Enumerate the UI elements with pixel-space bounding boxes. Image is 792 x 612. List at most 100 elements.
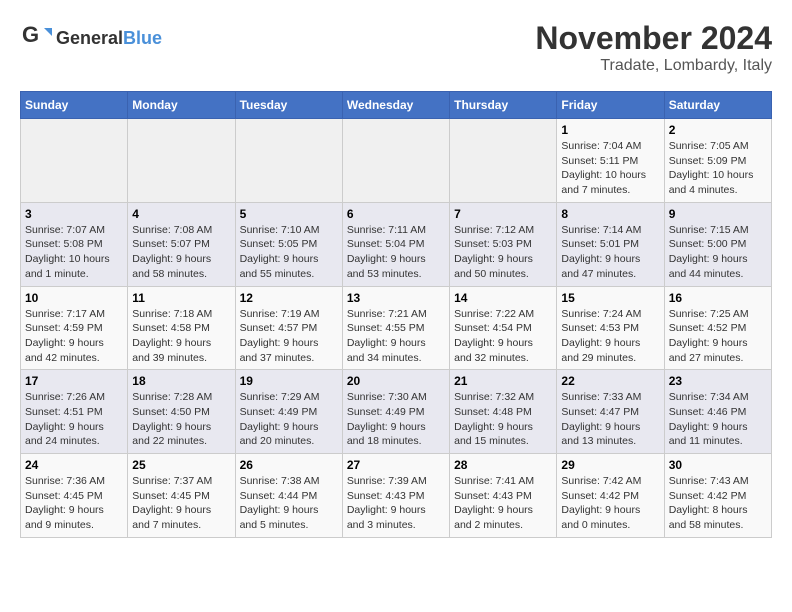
- day-number: 11: [132, 291, 230, 305]
- calendar-cell: 2Sunrise: 7:05 AM Sunset: 5:09 PM Daylig…: [664, 119, 771, 203]
- calendar-cell: 12 Sunrise: 7:19 AM Sunset: 4:57 PM Dayli…: [235, 286, 342, 370]
- calendar-cell: [21, 119, 128, 203]
- day-info: Sunrise: 7:42 AM Sunset: 4:42 PM Dayligh…: [561, 474, 659, 533]
- calendar-cell: 6Sunrise: 7:11 AM Sunset: 5:04 PM Daylig…: [342, 202, 449, 286]
- day-number: 9: [669, 207, 767, 221]
- calendar-cell: 17 Sunrise: 7:26 AM Sunset: 4:51 PM Dayli…: [21, 370, 128, 454]
- day-info: Sunrise: 7:32 AM Sunset: 4:48 PM Dayligh…: [454, 390, 552, 449]
- logo-blue: Blue: [123, 28, 162, 48]
- day-info: Sunrise: 7:36 AM Sunset: 4:45 PM Dayligh…: [25, 474, 123, 533]
- calendar-week-row: 24 Sunrise: 7:36 AM Sunset: 4:45 PM Dayli…: [21, 454, 772, 538]
- logo-mark: G: [20, 20, 52, 57]
- day-info: Sunrise: 7:07 AM Sunset: 5:08 PM Dayligh…: [25, 223, 123, 282]
- day-info: Sunrise: 7:25 AM Sunset: 4:52 PM Dayligh…: [669, 307, 767, 366]
- calendar-cell: 27 Sunrise: 7:39 AM Sunset: 4:43 PM Dayli…: [342, 454, 449, 538]
- day-info: Sunrise: 7:39 AM Sunset: 4:43 PM Dayligh…: [347, 474, 445, 533]
- calendar-table: SundayMondayTuesdayWednesdayThursdayFrid…: [20, 91, 772, 538]
- calendar-cell: 5 Sunrise: 7:10 AM Sunset: 5:05 PM Daylig…: [235, 202, 342, 286]
- calendar-cell: 26Sunrise: 7:38 AM Sunset: 4:44 PM Dayli…: [235, 454, 342, 538]
- calendar-week-row: 3 Sunrise: 7:07 AM Sunset: 5:08 PM Daylig…: [21, 202, 772, 286]
- day-number: 20: [347, 374, 445, 388]
- calendar-cell: 30Sunrise: 7:43 AM Sunset: 4:42 PM Dayli…: [664, 454, 771, 538]
- calendar-cell: 24 Sunrise: 7:36 AM Sunset: 4:45 PM Dayli…: [21, 454, 128, 538]
- weekday-header: Thursday: [450, 92, 557, 119]
- day-info: Sunrise: 7:43 AM Sunset: 4:42 PM Dayligh…: [669, 474, 767, 533]
- day-number: 19: [240, 374, 338, 388]
- calendar-cell: [342, 119, 449, 203]
- calendar-cell: 16 Sunrise: 7:25 AM Sunset: 4:52 PM Dayli…: [664, 286, 771, 370]
- calendar-cell: [450, 119, 557, 203]
- calendar-cell: 21 Sunrise: 7:32 AM Sunset: 4:48 PM Dayli…: [450, 370, 557, 454]
- day-number: 1: [561, 123, 659, 137]
- day-info: Sunrise: 7:26 AM Sunset: 4:51 PM Dayligh…: [25, 390, 123, 449]
- day-info: Sunrise: 7:30 AM Sunset: 4:49 PM Dayligh…: [347, 390, 445, 449]
- logo: G GeneralBlue: [20, 20, 162, 57]
- day-info: Sunrise: 7:17 AM Sunset: 4:59 PM Dayligh…: [25, 307, 123, 366]
- day-number: 29: [561, 458, 659, 472]
- day-info: Sunrise: 7:28 AM Sunset: 4:50 PM Dayligh…: [132, 390, 230, 449]
- day-number: 27: [347, 458, 445, 472]
- day-number: 8: [561, 207, 659, 221]
- calendar-cell: 23Sunrise: 7:34 AM Sunset: 4:46 PM Dayli…: [664, 370, 771, 454]
- calendar-cell: 3 Sunrise: 7:07 AM Sunset: 5:08 PM Daylig…: [21, 202, 128, 286]
- calendar-cell: 29 Sunrise: 7:42 AM Sunset: 4:42 PM Dayli…: [557, 454, 664, 538]
- weekday-header: Tuesday: [235, 92, 342, 119]
- day-info: Sunrise: 7:33 AM Sunset: 4:47 PM Dayligh…: [561, 390, 659, 449]
- day-info: Sunrise: 7:29 AM Sunset: 4:49 PM Dayligh…: [240, 390, 338, 449]
- weekday-header: Sunday: [21, 92, 128, 119]
- day-number: 16: [669, 291, 767, 305]
- logo-general: General: [56, 28, 123, 48]
- day-number: 3: [25, 207, 123, 221]
- calendar-cell: 9 Sunrise: 7:15 AM Sunset: 5:00 PM Daylig…: [664, 202, 771, 286]
- day-number: 18: [132, 374, 230, 388]
- calendar-cell: 28 Sunrise: 7:41 AM Sunset: 4:43 PM Dayli…: [450, 454, 557, 538]
- day-number: 17: [25, 374, 123, 388]
- day-info: Sunrise: 7:04 AM Sunset: 5:11 PM Dayligh…: [561, 139, 659, 198]
- page-header: G GeneralBlue November 2024 Tradate, Lom…: [20, 20, 772, 75]
- calendar-cell: 18 Sunrise: 7:28 AM Sunset: 4:50 PM Dayli…: [128, 370, 235, 454]
- calendar-week-row: 1 Sunrise: 7:04 AM Sunset: 5:11 PM Daylig…: [21, 119, 772, 203]
- day-info: Sunrise: 7:24 AM Sunset: 4:53 PM Dayligh…: [561, 307, 659, 366]
- svg-text:G: G: [22, 22, 39, 47]
- day-info: Sunrise: 7:21 AM Sunset: 4:55 PM Dayligh…: [347, 307, 445, 366]
- day-number: 21: [454, 374, 552, 388]
- day-number: 2: [669, 123, 767, 137]
- calendar-cell: [128, 119, 235, 203]
- day-info: Sunrise: 7:37 AM Sunset: 4:45 PM Dayligh…: [132, 474, 230, 533]
- calendar-cell: 25 Sunrise: 7:37 AM Sunset: 4:45 PM Dayli…: [128, 454, 235, 538]
- calendar-cell: 8 Sunrise: 7:14 AM Sunset: 5:01 PM Daylig…: [557, 202, 664, 286]
- calendar-cell: 13Sunrise: 7:21 AM Sunset: 4:55 PM Dayli…: [342, 286, 449, 370]
- location-title: Tradate, Lombardy, Italy: [535, 57, 772, 75]
- day-info: Sunrise: 7:41 AM Sunset: 4:43 PM Dayligh…: [454, 474, 552, 533]
- day-info: Sunrise: 7:18 AM Sunset: 4:58 PM Dayligh…: [132, 307, 230, 366]
- day-number: 15: [561, 291, 659, 305]
- day-number: 10: [25, 291, 123, 305]
- day-number: 7: [454, 207, 552, 221]
- day-number: 5: [240, 207, 338, 221]
- calendar-cell: 4 Sunrise: 7:08 AM Sunset: 5:07 PM Daylig…: [128, 202, 235, 286]
- day-info: Sunrise: 7:14 AM Sunset: 5:01 PM Dayligh…: [561, 223, 659, 282]
- day-info: Sunrise: 7:11 AM Sunset: 5:04 PM Dayligh…: [347, 223, 445, 282]
- day-info: Sunrise: 7:08 AM Sunset: 5:07 PM Dayligh…: [132, 223, 230, 282]
- calendar-week-row: 10 Sunrise: 7:17 AM Sunset: 4:59 PM Dayli…: [21, 286, 772, 370]
- day-number: 24: [25, 458, 123, 472]
- weekday-header: Wednesday: [342, 92, 449, 119]
- calendar-cell: 1 Sunrise: 7:04 AM Sunset: 5:11 PM Daylig…: [557, 119, 664, 203]
- calendar-cell: 15 Sunrise: 7:24 AM Sunset: 4:53 PM Dayli…: [557, 286, 664, 370]
- day-info: Sunrise: 7:19 AM Sunset: 4:57 PM Dayligh…: [240, 307, 338, 366]
- day-number: 28: [454, 458, 552, 472]
- calendar-cell: 22 Sunrise: 7:33 AM Sunset: 4:47 PM Dayli…: [557, 370, 664, 454]
- day-info: Sunrise: 7:15 AM Sunset: 5:00 PM Dayligh…: [669, 223, 767, 282]
- day-number: 14: [454, 291, 552, 305]
- calendar-cell: 7Sunrise: 7:12 AM Sunset: 5:03 PM Daylig…: [450, 202, 557, 286]
- day-number: 22: [561, 374, 659, 388]
- day-info: Sunrise: 7:10 AM Sunset: 5:05 PM Dayligh…: [240, 223, 338, 282]
- calendar-cell: 19 Sunrise: 7:29 AM Sunset: 4:49 PM Dayli…: [235, 370, 342, 454]
- calendar-cell: 10 Sunrise: 7:17 AM Sunset: 4:59 PM Dayli…: [21, 286, 128, 370]
- title-block: November 2024 Tradate, Lombardy, Italy: [535, 20, 772, 75]
- calendar-cell: 11 Sunrise: 7:18 AM Sunset: 4:58 PM Dayli…: [128, 286, 235, 370]
- day-number: 25: [132, 458, 230, 472]
- day-number: 12: [240, 291, 338, 305]
- calendar-cell: 14Sunrise: 7:22 AM Sunset: 4:54 PM Dayli…: [450, 286, 557, 370]
- day-number: 4: [132, 207, 230, 221]
